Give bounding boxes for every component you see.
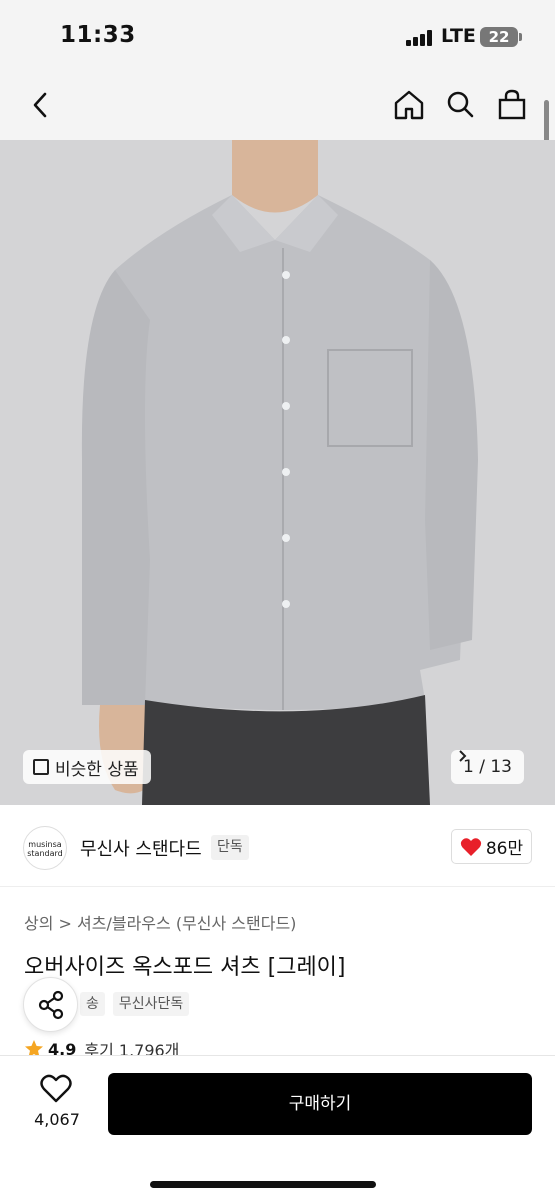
status-time: 11:33 xyxy=(60,22,136,48)
image-counter[interactable]: 1 / 13 xyxy=(451,750,524,784)
exclusive-badge: 단독 xyxy=(211,835,249,860)
heart-outline-icon xyxy=(40,1074,72,1103)
bottom-action-bar: 4,067 구매하기 xyxy=(0,1055,555,1200)
battery-icon: 22 xyxy=(480,27,522,47)
wishlist-count: 4,067 xyxy=(34,1110,80,1129)
search-icon[interactable] xyxy=(441,86,479,124)
home-icon[interactable] xyxy=(390,86,428,124)
like-count: 86만 xyxy=(485,839,524,859)
like-button[interactable]: 86만 xyxy=(451,829,532,864)
brand-row: musinsa standard 무신사 스탠다드 단독 86만 xyxy=(0,805,555,887)
heart-filled-icon xyxy=(460,837,481,856)
product-photo xyxy=(0,140,555,805)
product-tags: 송 무신사단독 xyxy=(80,992,190,1016)
buy-button[interactable]: 구매하기 xyxy=(108,1073,532,1135)
bag-icon[interactable] xyxy=(493,86,531,124)
product-tag: 송 xyxy=(80,992,105,1016)
share-icon xyxy=(38,990,64,1020)
network-label: LTE xyxy=(441,25,476,47)
product-title: 오버사이즈 옥스포드 셔츠 [그레이] xyxy=(24,955,346,980)
wishlist-button[interactable] xyxy=(40,1074,72,1108)
back-icon[interactable] xyxy=(22,86,60,124)
chevron-right-icon xyxy=(459,750,467,762)
share-button[interactable] xyxy=(23,977,78,1032)
signal-icon xyxy=(406,30,434,46)
top-nav xyxy=(0,72,555,140)
home-indicator xyxy=(150,1181,376,1188)
similar-products-button[interactable]: 비슷한 상품 xyxy=(23,750,151,784)
similar-icon xyxy=(33,759,49,775)
brand-name[interactable]: 무신사 스탠다드 xyxy=(80,835,202,861)
brand-logo[interactable]: musinsa standard xyxy=(23,826,67,870)
breadcrumb[interactable]: 상의 > 셔츠/블라우스 (무신사 스탠다드) xyxy=(24,910,296,934)
product-tag: 무신사단독 xyxy=(112,992,190,1016)
status-bar: 11:33 LTE 22 xyxy=(0,0,555,72)
similar-products-label: 비슷한 상품 xyxy=(55,759,139,780)
image-counter-label: 1 / 13 xyxy=(463,757,512,777)
product-image[interactable]: 비슷한 상품 1 / 13 xyxy=(0,140,555,805)
